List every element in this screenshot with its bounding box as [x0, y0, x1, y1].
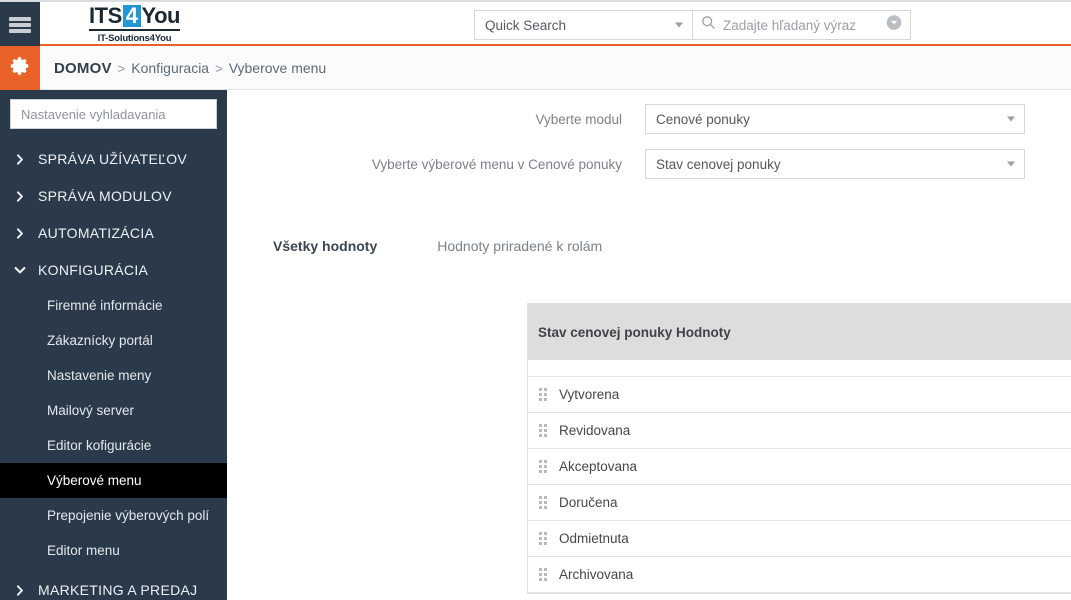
table-row-label: Vytvorena: [559, 387, 620, 402]
main-content: Vyberte modul Cenové ponuky Vyberte výbe…: [227, 90, 1071, 600]
app-root: ITS 4 You IT-Solutions4You Quick Search Za…: [0, 0, 1071, 600]
breadcrumb-current: Vyberove menu: [228, 60, 327, 76]
sidebar-item-label: Nastavenie meny: [47, 368, 152, 383]
chevron-right-icon: [14, 584, 26, 596]
chevron-right-icon: [14, 227, 26, 239]
sidebar-item-label: Editor menu: [47, 543, 120, 558]
sidebar-item-label: Prepojenie výberových polí: [47, 508, 210, 523]
drag-handle-icon[interactable]: [539, 568, 547, 581]
sidebar-group-sprava-modulov[interactable]: SPRÁVA MODULOV: [0, 178, 227, 214]
table-header: Stav cenovej ponuky Hodnoty: [528, 304, 1071, 360]
table-row[interactable]: Archivovana: [528, 557, 1071, 593]
logo-accent-four: 4: [122, 5, 141, 27]
table-row-label: Doručena: [559, 495, 618, 510]
quick-search-type-value: Quick Search: [485, 17, 567, 33]
sidebar-group-label: SPRÁVA MODULOV: [38, 188, 172, 204]
hamburger-icon: [9, 15, 31, 35]
sidebar-item-nastavenie-meny[interactable]: Nastavenie meny: [0, 358, 227, 393]
picklist-select-value: Stav cenovej ponuky: [656, 156, 781, 172]
tab-label: Všetky hodnoty: [273, 238, 378, 254]
table-row[interactable]: Akceptovana: [528, 449, 1071, 485]
chevron-down-icon: [14, 264, 26, 276]
sidebar-item-editor-kofiguracie[interactable]: Editor kofigurácie: [0, 428, 227, 463]
caret-down-icon: [1007, 116, 1015, 122]
tab-vsetky-hodnoty[interactable]: Všetky hodnoty: [273, 238, 377, 254]
drag-handle-icon[interactable]: [539, 496, 547, 509]
module-label: Vyberte modul: [535, 111, 622, 127]
table-toolbar-area: [528, 360, 1071, 377]
module-select[interactable]: Cenové ponuky: [645, 104, 1025, 134]
logo-wordmark: ITS 4 You: [89, 5, 180, 31]
sidebar-search-placeholder: Nastavenie vyhladavania: [21, 106, 166, 122]
top-header: ITS 4 You IT-Solutions4You Quick Search Za…: [0, 0, 1071, 48]
sidebar-item-vyberove-menu[interactable]: Výberové menu: [0, 463, 227, 498]
sidebar-item-label: Zákaznícky portál: [47, 333, 153, 348]
tab-hodnoty-priradene-k-rolam[interactable]: Hodnoty priradené k rolám: [437, 238, 602, 254]
breadcrumb-bar: DOMOV > Konfiguracia > Vyberove menu: [0, 46, 1071, 90]
table-header-label: Stav cenovej ponuky Hodnoty: [538, 324, 731, 340]
picklist-values-table: Stav cenovej ponuky Hodnoty Vytvorena Re…: [527, 303, 1071, 594]
search-icon: [701, 15, 716, 35]
chevron-right-icon: [14, 190, 26, 202]
breadcrumb-level2[interactable]: Konfiguracia: [131, 60, 209, 76]
app-logo[interactable]: ITS 4 You IT-Solutions4You: [72, 5, 197, 45]
drag-handle-icon[interactable]: [539, 388, 547, 401]
sidebar-group-label: AUTOMATIZÁCIA: [38, 225, 155, 241]
sidebar: Nastavenie vyhladavania SPRÁVA UŽÍVATEĽO…: [0, 90, 227, 600]
sidebar-group-label: MARKETING A PREDAJ: [38, 582, 198, 598]
quick-search-input[interactable]: Zadajte hľadaný výraz: [693, 10, 911, 40]
sidebar-search-input[interactable]: Nastavenie vyhladavania: [10, 99, 217, 129]
table-row[interactable]: Odmietnuta: [528, 521, 1071, 557]
quick-search-placeholder: Zadajte hľadaný výraz: [723, 17, 857, 33]
picklist-select[interactable]: Stav cenovej ponuky: [645, 149, 1025, 179]
breadcrumb-home[interactable]: DOMOV: [54, 60, 112, 77]
table-row-label: Akceptovana: [559, 459, 638, 474]
drag-handle-icon[interactable]: [539, 424, 547, 437]
caret-down-icon: [1007, 161, 1015, 167]
breadcrumb-separator-1: >: [117, 60, 126, 76]
logo-text-part1: ITS: [89, 3, 122, 28]
sidebar-item-label: Výberové menu: [47, 473, 142, 488]
field-row-module: Vyberte modul Cenové ponuky: [227, 104, 1025, 134]
table-row[interactable]: Doručena: [528, 485, 1071, 521]
hamburger-menu-button[interactable]: [0, 2, 40, 48]
table-row-label: Archivovana: [559, 567, 634, 582]
picklist-label: Vyberte výberové menu v Cenové ponuky: [371, 156, 622, 172]
settings-button[interactable]: [0, 46, 40, 90]
breadcrumb: DOMOV > Konfiguracia > Vyberove menu: [54, 46, 326, 90]
sidebar-item-zakaznicky-portal[interactable]: Zákaznícky portál: [0, 323, 227, 358]
sidebar-group-marketing-a-predaj[interactable]: MARKETING A PREDAJ: [0, 572, 227, 600]
quick-search-type-select[interactable]: Quick Search: [474, 10, 693, 40]
sidebar-item-prepojenie-vyberovych-poli[interactable]: Prepojenie výberových polí: [0, 498, 227, 533]
field-row-picklist: Vyberte výberové menu v Cenové ponuky St…: [227, 149, 1025, 179]
circle-chevron-down-icon[interactable]: [886, 15, 902, 36]
quick-search-bar: Quick Search Zadajte hľadaný výraz: [474, 10, 911, 40]
sidebar-group-sprava-uzivatelov[interactable]: SPRÁVA UŽÍVATEĽOV: [0, 141, 227, 177]
sidebar-item-mailovy-server[interactable]: Mailový server: [0, 393, 227, 428]
gear-icon: [9, 55, 31, 82]
logo-text-part2: You: [141, 3, 181, 28]
module-select-value: Cenové ponuky: [656, 111, 750, 127]
sidebar-group-konfiguracia[interactable]: KONFIGURÁCIA: [0, 252, 227, 288]
tab-label: Hodnoty priradené k rolám: [437, 238, 603, 254]
table-row[interactable]: Vytvorena: [528, 377, 1071, 413]
drag-handle-icon[interactable]: [539, 460, 547, 473]
sidebar-item-editor-menu[interactable]: Editor menu: [0, 533, 227, 568]
table-row-label: Odmietnuta: [559, 531, 629, 546]
tab-bar: Všetky hodnoty Hodnoty priradené k rolám: [273, 238, 602, 254]
sidebar-group-label: SPRÁVA UŽÍVATEĽOV: [38, 151, 188, 167]
chevron-right-icon: [14, 153, 26, 165]
drag-handle-icon[interactable]: [539, 532, 547, 545]
sidebar-item-firemne-informacie[interactable]: Firemné informácie: [0, 288, 227, 323]
sidebar-group-automatizacia[interactable]: AUTOMATIZÁCIA: [0, 215, 227, 251]
sidebar-item-label: Editor kofigurácie: [47, 438, 152, 453]
sidebar-item-label: Mailový server: [47, 403, 135, 418]
table-row[interactable]: Revidovana: [528, 413, 1071, 449]
logo-tagline: IT-Solutions4You: [97, 33, 172, 44]
table-row-label: Revidovana: [559, 423, 631, 438]
chevron-down-icon: [675, 22, 683, 28]
sidebar-item-label: Firemné informácie: [47, 298, 163, 313]
breadcrumb-separator-2: >: [215, 60, 223, 76]
sidebar-group-label: KONFIGURÁCIA: [38, 262, 149, 278]
